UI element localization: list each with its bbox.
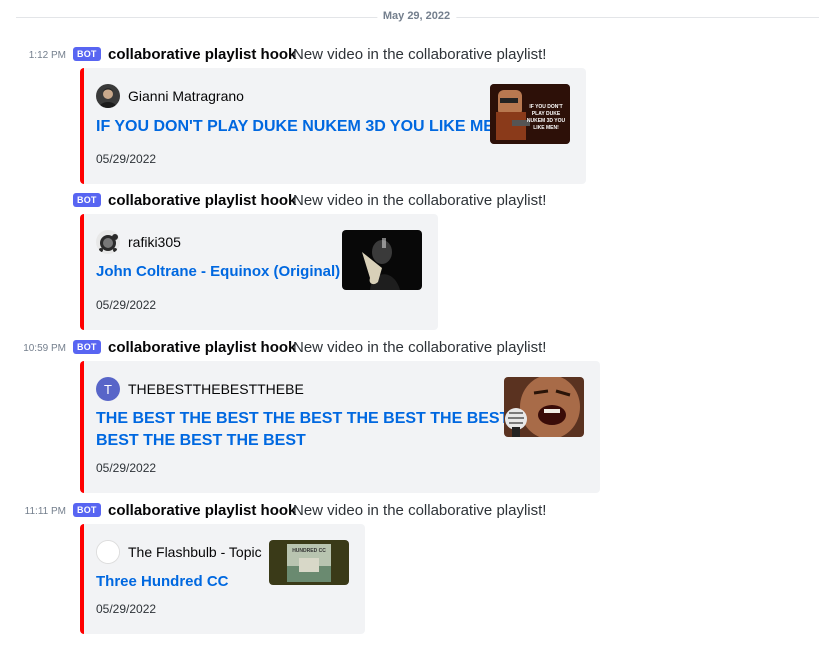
- bot-tag: BOT: [73, 47, 101, 61]
- embed-title-link[interactable]: John Coltrane - Equinox (Original): [96, 261, 340, 283]
- thumbnail-caption: IF YOU DON'T PLAY DUKE NUKEM 3D YOU LIKE…: [526, 104, 566, 131]
- message-author[interactable]: collaborative playlist hook: [108, 192, 296, 209]
- message-content: New video in the collaborative playlist!: [293, 192, 547, 209]
- embed-title-link[interactable]: Three Hundred CC: [96, 571, 229, 593]
- message-timestamp[interactable]: 1:12 PM: [0, 50, 66, 61]
- embed-author-name[interactable]: Gianni Matragrano: [128, 88, 244, 104]
- embed-title-link[interactable]: IF YOU DON'T PLAY DUKE NUKEM 3D YOU LIKE…: [96, 116, 511, 138]
- embed-author: T THEBESTTHEBESTTHEBE: [96, 377, 304, 401]
- avatar[interactable]: [96, 84, 120, 108]
- singer-microphone-thumbnail-icon: [504, 377, 584, 437]
- embed-date: 05/29/2022: [96, 298, 157, 312]
- message-author[interactable]: collaborative playlist hook: [108, 502, 296, 519]
- message-timestamp[interactable]: 10:59 PM: [0, 343, 66, 354]
- message-timestamp[interactable]: 11:11 PM: [0, 506, 66, 517]
- avatar-initial: T: [104, 381, 112, 397]
- video-thumbnail[interactable]: [504, 377, 584, 437]
- message-author[interactable]: collaborative playlist hook: [108, 339, 296, 356]
- video-embed: Gianni Matragrano IF YOU DON'T PLAY DUKE…: [80, 68, 586, 184]
- embed-date: 05/29/2022: [96, 152, 157, 166]
- person-avatar-icon: [96, 84, 120, 108]
- avatar[interactable]: [96, 540, 120, 564]
- album-art-thumbnail-icon: [269, 540, 349, 585]
- video-embed: rafiki305 John Coltrane - Equinox (Origi…: [80, 214, 438, 330]
- embed-author: Gianni Matragrano: [96, 84, 244, 108]
- avatar[interactable]: T: [96, 377, 120, 401]
- embed-date: 05/29/2022: [96, 602, 157, 616]
- channel-avatar-icon: [97, 541, 119, 563]
- avatar[interactable]: [96, 230, 120, 254]
- turtle-avatar-icon: [96, 230, 120, 254]
- date-divider: May 29, 2022: [376, 10, 457, 22]
- message-content: New video in the collaborative playlist!: [293, 339, 547, 356]
- bot-tag: BOT: [73, 503, 101, 517]
- bot-tag: BOT: [73, 193, 101, 207]
- video-thumbnail[interactable]: [342, 230, 422, 290]
- message-author[interactable]: collaborative playlist hook: [108, 46, 296, 63]
- thumbnail-caption: HUNDRED CC: [292, 548, 326, 554]
- message-content: New video in the collaborative playlist!: [293, 502, 547, 519]
- video-thumbnail[interactable]: IF YOU DON'T PLAY DUKE NUKEM 3D YOU LIKE…: [490, 84, 570, 144]
- embed-author-name[interactable]: The Flashbulb - Topic: [128, 544, 262, 560]
- bot-tag: BOT: [73, 340, 101, 354]
- embed-author: The Flashbulb - Topic: [96, 540, 262, 564]
- video-embed: T THEBESTTHEBESTTHEBE THE BEST THE BEST …: [80, 361, 600, 493]
- video-thumbnail[interactable]: HUNDRED CC: [269, 540, 349, 585]
- embed-author: rafiki305: [96, 230, 181, 254]
- embed-author-name[interactable]: THEBESTTHEBESTTHEBE: [128, 381, 304, 397]
- embed-author-name[interactable]: rafiki305: [128, 234, 181, 250]
- saxophone-player-thumbnail-icon: [342, 230, 422, 290]
- message-content: New video in the collaborative playlist!: [293, 46, 547, 63]
- embed-title-link[interactable]: THE BEST THE BEST THE BEST THE BEST THE …: [96, 408, 546, 430]
- video-embed: The Flashbulb - Topic Three Hundred CC 0…: [80, 524, 365, 634]
- embed-date: 05/29/2022: [96, 461, 157, 475]
- embed-title-link-line2[interactable]: BEST THE BEST THE BEST: [96, 430, 306, 452]
